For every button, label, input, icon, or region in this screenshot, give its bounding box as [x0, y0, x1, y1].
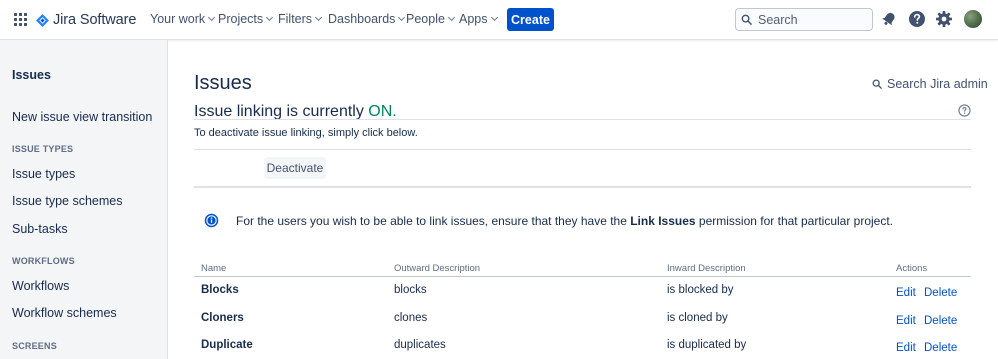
link-issues-permission: Link Issues	[630, 213, 696, 228]
search-jira-admin-label: Search Jira admin	[887, 77, 988, 91]
link-type-name: Blocks	[201, 284, 239, 296]
delete-link[interactable]: Delete	[924, 315, 957, 327]
delete-link[interactable]: Delete	[924, 287, 957, 299]
search-icon	[741, 14, 752, 25]
divider	[194, 186, 971, 188]
nav-people[interactable]: People	[406, 12, 455, 26]
sidebar-item-new-issue-view-transition[interactable]: New issue view transition	[12, 110, 152, 124]
column-header-name: Name	[201, 263, 227, 274]
table-header-divider	[194, 276, 971, 277]
app-switcher-icon[interactable]	[14, 13, 28, 27]
nav-label: People	[406, 12, 445, 26]
linking-status: ON.	[368, 103, 397, 120]
notifications-icon[interactable]	[880, 10, 898, 28]
chevron-down-icon	[398, 13, 406, 22]
chevron-down-icon	[266, 13, 274, 22]
info-text-before: For the users you wish to be able to lin…	[236, 213, 631, 228]
top-navigation: Jira Software Your work Projects Filters…	[0, 0, 998, 40]
inward-description: is blocked by	[667, 284, 734, 296]
help-icon[interactable]	[908, 10, 926, 28]
edit-link[interactable]: Edit	[896, 342, 916, 354]
outward-description: clones	[394, 312, 428, 324]
delete-link[interactable]: Delete	[924, 342, 957, 354]
deactivate-button[interactable]: Deactivate	[264, 157, 326, 179]
search-jira-admin-link[interactable]: Search Jira admin	[872, 77, 988, 91]
nav-label: Projects	[218, 12, 264, 26]
sidebar-section-issue-types: ISSUE TYPES	[12, 144, 74, 154]
search-icon	[872, 79, 882, 89]
help-circle-icon[interactable]	[958, 104, 971, 117]
inward-description: is cloned by	[667, 312, 728, 324]
column-header-actions: Actions	[896, 263, 928, 274]
user-avatar[interactable]	[964, 10, 982, 28]
search-input[interactable]	[758, 12, 868, 27]
chevron-down-icon	[490, 13, 498, 22]
outward-description: duplicates	[394, 339, 446, 351]
edit-link[interactable]: Edit	[896, 287, 916, 299]
nav-filters[interactable]: Filters	[278, 12, 323, 26]
product-name: Jira Software	[53, 12, 137, 28]
nav-label: Your work	[150, 12, 206, 26]
info-text-after: permission for that particular project.	[695, 213, 894, 228]
sidebar-section-workflows: WORKFLOWS	[12, 256, 75, 266]
heading-prefix: Issue linking is currently	[194, 103, 369, 120]
divider	[194, 149, 971, 150]
nav-dashboards[interactable]: Dashboards	[328, 12, 406, 26]
nav-your-work[interactable]: Your work	[150, 12, 216, 26]
search-box[interactable]	[735, 8, 873, 31]
nav-projects[interactable]: Projects	[218, 12, 274, 26]
sidebar-item-workflow-schemes[interactable]: Workflow schemes	[12, 306, 117, 320]
nav-label: Apps	[459, 12, 488, 26]
sidebar-item-workflows[interactable]: Workflows	[12, 279, 69, 293]
nav-label: Filters	[278, 12, 313, 26]
jira-logo-icon	[36, 13, 49, 27]
sidebar-item-issue-types[interactable]: Issue types	[12, 167, 75, 181]
chevron-down-icon	[447, 13, 455, 22]
page-title: Issues	[194, 72, 252, 94]
info-text: For the users you wish to be able to lin…	[236, 214, 893, 228]
jira-logo[interactable]: Jira Software	[36, 11, 136, 29]
chevron-down-icon	[314, 13, 323, 22]
info-icon	[204, 213, 219, 228]
deactivate-instruction: To deactivate issue linking, simply clic…	[194, 127, 418, 139]
chevron-down-icon	[208, 13, 216, 22]
link-type-name: Cloners	[201, 312, 244, 324]
admin-sidebar: Issues New issue view transition ISSUE T…	[0, 40, 168, 359]
edit-link[interactable]: Edit	[896, 315, 916, 327]
sidebar-item-sub-tasks[interactable]: Sub-tasks	[12, 222, 68, 236]
sidebar-section-screens: SCREENS	[12, 341, 57, 351]
column-header-outward: Outward Description	[394, 263, 481, 274]
create-button[interactable]: Create	[507, 8, 554, 31]
sidebar-title: Issues	[12, 68, 51, 82]
column-header-inward: Inward Description	[667, 263, 746, 274]
divider	[194, 119, 971, 120]
nav-label: Dashboards	[328, 12, 396, 26]
settings-icon[interactable]	[935, 10, 953, 28]
link-type-name: Duplicate	[201, 339, 253, 351]
inward-description: is duplicated by	[667, 339, 747, 351]
outward-description: blocks	[394, 284, 427, 296]
info-message: For the users you wish to be able to lin…	[204, 213, 893, 228]
nav-apps[interactable]: Apps	[459, 12, 498, 26]
sidebar-item-issue-type-schemes[interactable]: Issue type schemes	[12, 194, 122, 208]
